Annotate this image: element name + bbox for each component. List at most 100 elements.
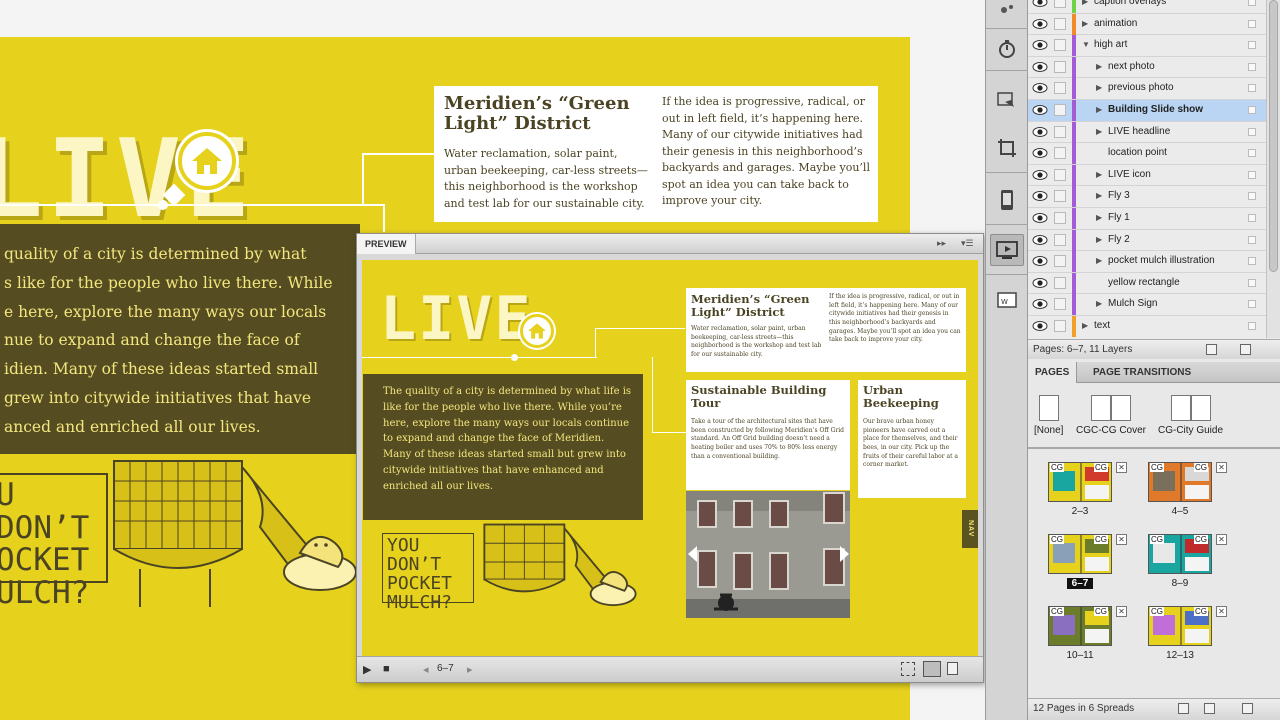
spread-thumbnail[interactable]: CG CG xyxy=(1048,462,1112,502)
close-icon[interactable]: ✕ xyxy=(1116,606,1127,617)
layer-row[interactable]: ▼ high art xyxy=(1028,35,1280,57)
layer-select-square[interactable] xyxy=(1248,192,1256,201)
collapse-icon[interactable]: ▸▸ xyxy=(937,238,946,249)
close-icon[interactable]: ✕ xyxy=(1116,462,1127,473)
disclosure-closed-icon[interactable]: ▶ xyxy=(1096,83,1102,92)
visibility-eye-icon[interactable] xyxy=(1032,0,1048,8)
master-cgc-cover[interactable]: CGC-CG Cover xyxy=(1076,395,1146,436)
visibility-eye-icon[interactable] xyxy=(1032,82,1048,94)
disclosure-closed-icon[interactable]: ▶ xyxy=(1096,127,1102,136)
visibility-eye-icon[interactable] xyxy=(1032,255,1048,267)
delete-page-icon[interactable] xyxy=(1242,703,1253,714)
edit-page-size-icon[interactable] xyxy=(1178,703,1189,714)
visibility-eye-icon[interactable] xyxy=(1032,104,1048,116)
visibility-eye-icon[interactable] xyxy=(1032,212,1048,224)
layer-select-square[interactable] xyxy=(1248,278,1256,287)
layer-select-square[interactable] xyxy=(1248,41,1256,50)
preview-document-icon[interactable] xyxy=(923,661,941,677)
layer-row[interactable]: ▶ caption overlays xyxy=(1028,0,1280,14)
lock-toggle[interactable] xyxy=(1054,0,1066,8)
layer-row[interactable]: ▶ Building Slide show xyxy=(1028,100,1280,122)
masters-divider[interactable] xyxy=(1028,447,1280,449)
lock-toggle[interactable] xyxy=(1054,125,1066,138)
layer-row[interactable]: ▶ LIVE icon xyxy=(1028,164,1280,187)
visibility-eye-icon[interactable] xyxy=(1032,190,1048,202)
layer-row[interactable]: ▶ pocket mulch illustration xyxy=(1028,251,1280,273)
disclosure-closed-icon[interactable]: ▶ xyxy=(1096,235,1102,244)
layer-select-square[interactable] xyxy=(1248,300,1256,309)
lock-toggle[interactable] xyxy=(1054,168,1066,181)
disclosure-closed-icon[interactable]: ▶ xyxy=(1096,256,1102,265)
visibility-eye-icon[interactable] xyxy=(1032,126,1048,138)
master-none[interactable]: [None] xyxy=(1034,395,1063,436)
nav-tab[interactable]: NAV xyxy=(962,510,978,548)
disclosure-closed-icon[interactable]: ▶ xyxy=(1096,299,1102,308)
lock-toggle[interactable] xyxy=(1054,320,1066,332)
preview-panel-icon[interactable] xyxy=(990,234,1024,266)
layer-row[interactable]: location point xyxy=(1028,143,1280,165)
visibility-eye-icon[interactable] xyxy=(1032,61,1048,73)
layer-row[interactable]: ▶ text xyxy=(1028,316,1280,337)
visibility-eye-icon[interactable] xyxy=(1032,39,1048,51)
stop-button[interactable]: ■ xyxy=(383,663,390,675)
next-page-button[interactable]: ▸ xyxy=(467,663,473,676)
previous-photo-arrow-icon[interactable] xyxy=(688,546,697,562)
object-states-icon[interactable] xyxy=(990,0,1024,26)
layer-row[interactable]: ▶ Fly 2 xyxy=(1028,229,1280,252)
next-photo-arrow-icon[interactable] xyxy=(840,546,849,562)
disclosure-closed-icon[interactable]: ▶ xyxy=(1096,170,1102,179)
preview-page[interactable]: LIVE Meridien’s “Green Light” District W… xyxy=(362,260,978,656)
visibility-eye-icon[interactable] xyxy=(1032,18,1048,30)
lock-toggle[interactable] xyxy=(1054,82,1066,95)
layer-select-square[interactable] xyxy=(1248,149,1256,158)
preview-page-icon[interactable] xyxy=(947,662,958,675)
panel-menu-icon[interactable]: ▾☰ xyxy=(961,238,974,249)
lock-toggle[interactable] xyxy=(1054,104,1066,116)
tab-pages[interactable]: PAGES xyxy=(1028,362,1078,383)
tab-page-transitions[interactable]: PAGE TRANSITIONS xyxy=(1086,362,1198,383)
layer-row[interactable]: ▶ previous photo xyxy=(1028,78,1280,100)
layer-select-square[interactable] xyxy=(1248,235,1256,244)
visibility-eye-icon[interactable] xyxy=(1032,277,1048,289)
lock-toggle[interactable] xyxy=(1054,39,1066,52)
spread-thumbnail[interactable]: CG CG xyxy=(1148,534,1212,574)
preview-tab[interactable]: PREVIEW xyxy=(357,234,416,254)
visibility-eye-icon[interactable] xyxy=(1032,169,1048,181)
close-icon[interactable]: ✕ xyxy=(1216,534,1227,545)
disclosure-closed-icon[interactable]: ▶ xyxy=(1082,0,1088,6)
visibility-eye-icon[interactable] xyxy=(1032,147,1048,159)
disclosure-closed-icon[interactable]: ▶ xyxy=(1096,191,1102,200)
previous-page-button[interactable]: ◂ xyxy=(423,663,429,676)
spread-thumbnail[interactable]: CG CG xyxy=(1048,606,1112,646)
layer-select-square[interactable] xyxy=(1248,127,1256,136)
lock-toggle[interactable] xyxy=(1054,60,1066,73)
new-page-icon[interactable] xyxy=(1204,703,1215,714)
layer-select-square[interactable] xyxy=(1248,19,1256,28)
master-cg-city-guide[interactable]: CG-City Guide xyxy=(1158,395,1223,436)
layer-row[interactable]: ▶ LIVE headline xyxy=(1028,121,1280,144)
disclosure-open-icon[interactable]: ▼ xyxy=(1082,40,1090,49)
visibility-eye-icon[interactable] xyxy=(1032,298,1048,310)
lock-toggle[interactable] xyxy=(1054,233,1066,246)
media-icon[interactable] xyxy=(990,84,1024,116)
disclosure-closed-icon[interactable]: ▶ xyxy=(1082,321,1088,330)
layers-scrollbar[interactable] xyxy=(1266,0,1280,338)
building-slideshow-image[interactable] xyxy=(686,491,850,618)
layer-select-square[interactable] xyxy=(1248,322,1256,330)
lock-toggle[interactable] xyxy=(1054,255,1066,268)
spread-thumbnail[interactable]: CG CG xyxy=(1148,606,1212,646)
close-icon[interactable]: ✕ xyxy=(1216,606,1227,617)
lock-toggle[interactable] xyxy=(1054,147,1066,160)
close-icon[interactable]: ✕ xyxy=(1116,534,1127,545)
layer-row[interactable]: ▶ Mulch Sign xyxy=(1028,294,1280,316)
play-button[interactable]: ▶ xyxy=(363,663,371,676)
preview-panel[interactable]: PREVIEW ▸▸ ▾☰ LIVE Meridien’s “Green Lig… xyxy=(356,233,984,683)
layer-select-square[interactable] xyxy=(1248,62,1256,71)
new-layer-icon[interactable] xyxy=(1206,344,1217,355)
disclosure-closed-icon[interactable]: ▶ xyxy=(1096,62,1102,71)
lock-toggle[interactable] xyxy=(1054,190,1066,203)
preview-spread-icon[interactable] xyxy=(901,662,915,676)
delete-layer-icon[interactable] xyxy=(1240,344,1251,355)
layers-scrollbar-thumb[interactable] xyxy=(1269,0,1278,272)
spread-thumbnail[interactable]: CG CG xyxy=(1048,534,1112,574)
